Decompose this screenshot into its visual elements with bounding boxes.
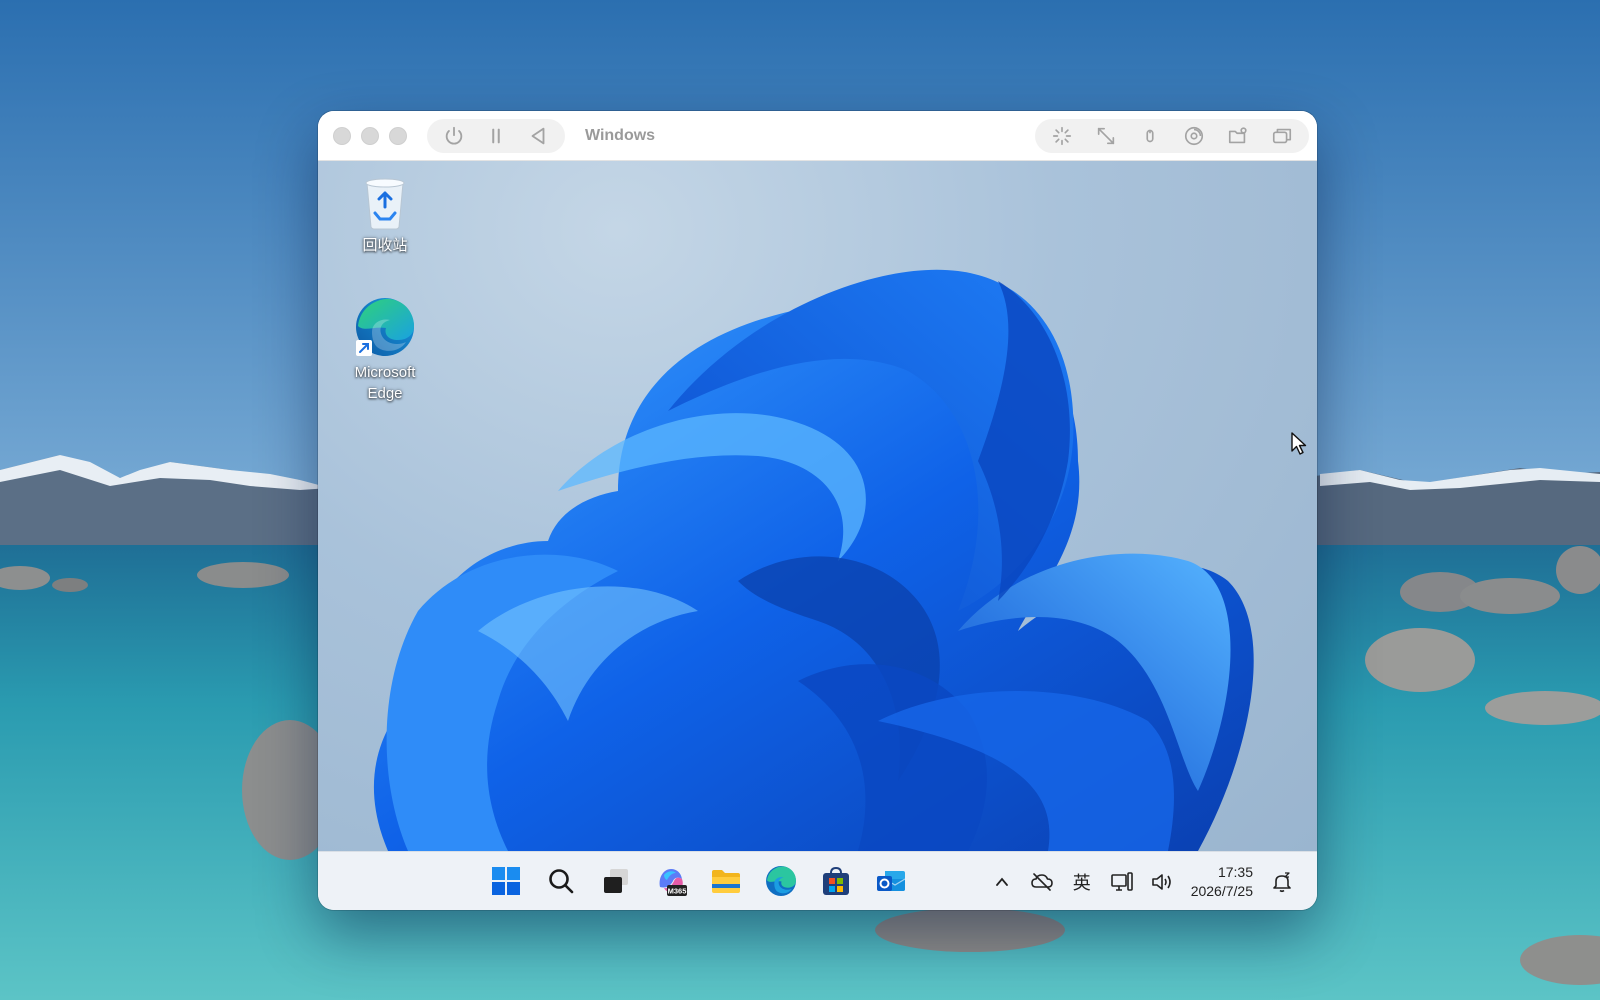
task-view-button[interactable] <box>595 860 637 902</box>
clock-date: 2026/7/25 <box>1190 882 1253 899</box>
vm-window: Windows 回收站 Microsoft Edge M365 英 17:35 … <box>318 111 1317 910</box>
shared-folder-icon <box>1228 126 1247 143</box>
outlook-icon <box>877 871 906 891</box>
taskbar-clock[interactable]: 17:35 2026/7/25 <box>1187 863 1257 901</box>
mouse-button[interactable] <box>1131 121 1169 151</box>
start-button[interactable] <box>485 860 527 902</box>
disc-button[interactable] <box>1175 121 1213 151</box>
file-explorer-button[interactable] <box>705 860 747 902</box>
m365-copilot-button[interactable]: M365 <box>650 860 692 902</box>
system-tray: 英 17:35 2026/7/25 <box>987 852 1297 910</box>
edge-icon <box>766 866 796 896</box>
network-icon <box>1110 871 1133 891</box>
file-explorer-icon <box>712 870 740 893</box>
mouse-cursor-icon <box>1291 432 1307 455</box>
clock-time: 17:35 <box>1217 863 1253 880</box>
volume-icon <box>1151 873 1171 890</box>
edge-label: Microsoft Edge <box>354 364 416 402</box>
pause-icon <box>492 128 500 143</box>
resize-icon <box>1097 127 1115 144</box>
cloud-off-icon <box>1030 872 1053 891</box>
windows-bloom-wallpaper <box>373 269 1254 851</box>
window-controls <box>333 126 407 145</box>
microsoft-store-button[interactable] <box>815 860 857 902</box>
multi-window-icon <box>1272 128 1292 143</box>
recycle-bin-icon <box>365 178 405 230</box>
zoom-window-button[interactable] <box>389 126 407 145</box>
shared-folder-button[interactable] <box>1219 121 1257 151</box>
m365-badge: M365 <box>668 887 687 896</box>
ime-indicator: 英 <box>1072 872 1091 894</box>
close-window-button[interactable] <box>333 126 351 145</box>
taskbar-edge-button[interactable] <box>760 860 802 902</box>
microsoft-store-icon <box>823 866 849 895</box>
m365-copilot-icon: M365 <box>659 869 687 896</box>
windows-desktop[interactable]: 回收站 Microsoft Edge <box>318 161 1317 851</box>
back-button[interactable] <box>519 121 557 151</box>
disc-icon <box>1184 126 1204 145</box>
taskbar-search-button[interactable] <box>540 860 582 902</box>
taskbar-apps: M365 <box>485 860 912 902</box>
windows-start-icon <box>492 867 520 895</box>
back-icon <box>531 127 545 144</box>
vm-tools-group <box>1035 118 1309 153</box>
window-title: Windows <box>585 126 656 144</box>
tools-button[interactable] <box>1043 121 1081 151</box>
vm-control-group <box>427 118 565 153</box>
task-view-icon <box>604 869 628 893</box>
search-icon <box>549 869 574 894</box>
mouse-icon <box>1146 129 1154 142</box>
onedrive-offline-button[interactable] <box>1027 867 1057 897</box>
chevron-up-icon <box>995 877 1008 886</box>
power-button[interactable] <box>435 121 473 151</box>
multi-window-button[interactable] <box>1263 121 1301 151</box>
power-icon <box>445 126 463 145</box>
edge-icon <box>356 298 414 356</box>
desktop-icon-recycle-bin[interactable]: 回收站 <box>340 173 430 256</box>
minimize-window-button[interactable] <box>361 126 379 145</box>
desktop-icon-edge[interactable]: Microsoft Edge <box>340 296 430 404</box>
pause-button[interactable] <box>477 121 515 151</box>
recycle-bin-label: 回收站 <box>362 237 408 254</box>
notifications-button[interactable] <box>1267 867 1297 897</box>
tools-sparkle-icon <box>1052 126 1072 145</box>
show-hidden-icons-button[interactable] <box>987 867 1017 897</box>
resize-button[interactable] <box>1087 121 1125 151</box>
outlook-button[interactable] <box>870 860 912 902</box>
network-button[interactable] <box>1107 867 1137 897</box>
bell-snooze-icon <box>1273 871 1291 892</box>
volume-button[interactable] <box>1147 867 1177 897</box>
windows-taskbar: M365 英 17:35 2026/7/25 <box>318 851 1317 910</box>
vm-titlebar: Windows <box>318 111 1317 161</box>
input-method-button[interactable]: 英 <box>1067 867 1097 897</box>
